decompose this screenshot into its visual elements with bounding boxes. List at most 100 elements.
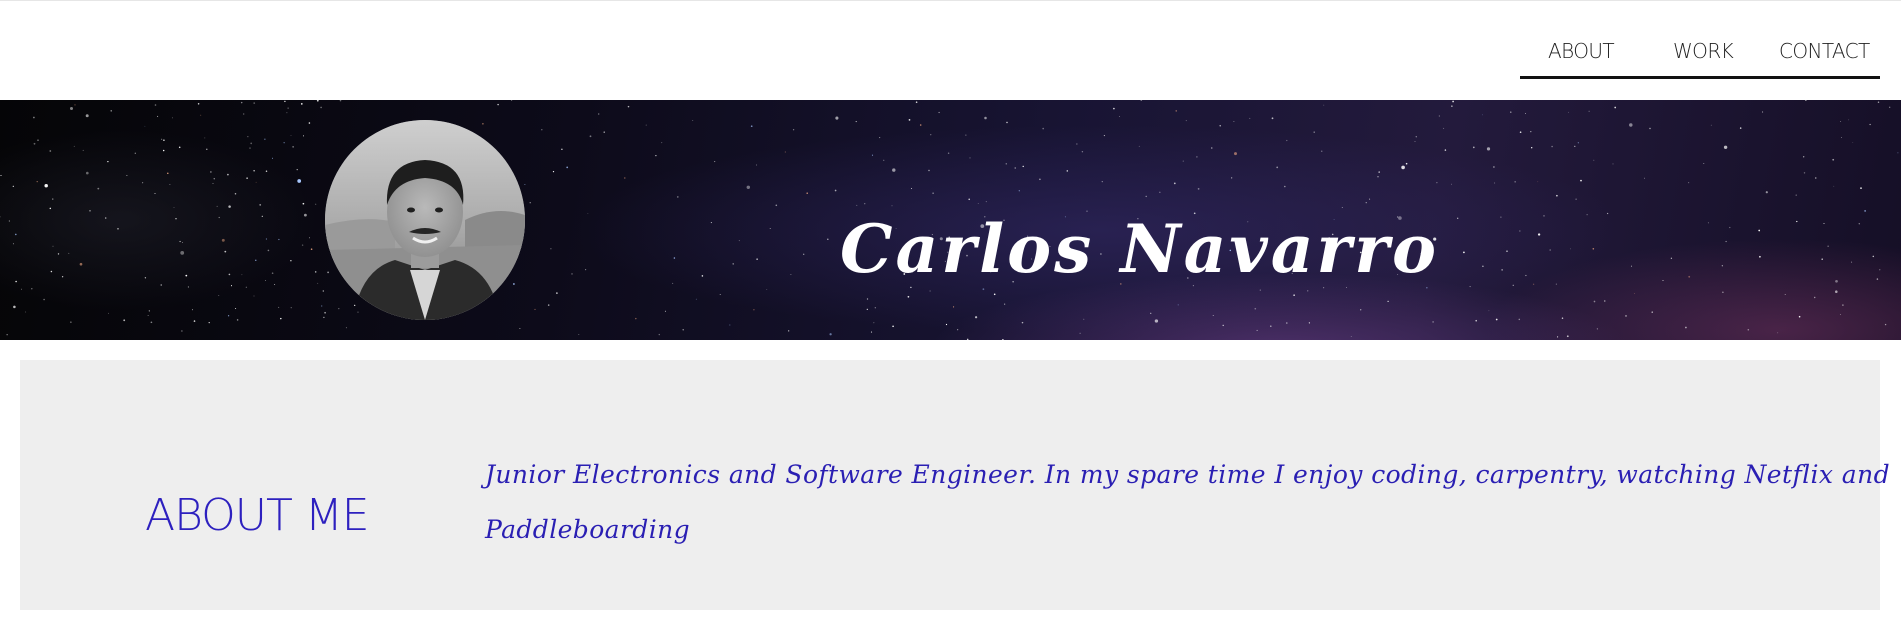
star bbox=[1833, 185, 1835, 187]
star bbox=[1876, 278, 1879, 280]
star bbox=[253, 170, 255, 172]
star bbox=[82, 149, 84, 151]
star bbox=[714, 161, 716, 163]
star bbox=[1557, 336, 1559, 338]
star bbox=[879, 137, 881, 139]
star bbox=[259, 204, 262, 206]
star bbox=[1495, 318, 1498, 321]
star bbox=[308, 237, 311, 239]
star bbox=[134, 152, 136, 154]
star bbox=[161, 138, 163, 140]
star bbox=[968, 198, 970, 201]
star bbox=[1566, 335, 1569, 338]
star bbox=[1475, 319, 1477, 322]
star bbox=[732, 263, 734, 265]
star bbox=[31, 287, 33, 290]
profile-photo-icon bbox=[325, 120, 525, 320]
star bbox=[915, 101, 918, 104]
star bbox=[993, 293, 996, 296]
hero-banner: Carlos Navarro bbox=[0, 100, 1901, 340]
star bbox=[1832, 158, 1835, 161]
star bbox=[1469, 286, 1471, 288]
star bbox=[280, 317, 282, 320]
star bbox=[676, 196, 679, 198]
star bbox=[49, 150, 52, 152]
star bbox=[265, 280, 266, 281]
star bbox=[756, 258, 758, 260]
star bbox=[1649, 127, 1651, 130]
star bbox=[803, 253, 805, 255]
star bbox=[589, 135, 592, 138]
star bbox=[829, 333, 832, 336]
star bbox=[178, 146, 181, 149]
star bbox=[1159, 191, 1161, 193]
star bbox=[519, 327, 521, 330]
star bbox=[148, 310, 150, 312]
star bbox=[12, 185, 14, 187]
star bbox=[1145, 195, 1147, 198]
star bbox=[241, 274, 243, 276]
nav-link-contact[interactable]: CONTACT bbox=[1779, 39, 1870, 63]
star bbox=[1014, 167, 1016, 169]
star bbox=[1803, 156, 1805, 158]
star bbox=[1537, 181, 1539, 183]
star bbox=[301, 244, 304, 246]
star bbox=[497, 103, 499, 106]
star bbox=[1688, 275, 1691, 278]
star bbox=[1604, 300, 1606, 302]
star bbox=[695, 298, 697, 300]
star bbox=[965, 134, 967, 136]
star bbox=[1864, 210, 1866, 212]
star bbox=[790, 274, 792, 275]
main-nav: ABOUT WORK CONTACT bbox=[1520, 31, 1880, 79]
star bbox=[1803, 172, 1806, 174]
star bbox=[892, 168, 896, 172]
star bbox=[218, 216, 220, 219]
star bbox=[1848, 119, 1850, 121]
star bbox=[585, 269, 587, 271]
star bbox=[977, 203, 979, 204]
star bbox=[1197, 188, 1200, 190]
star bbox=[14, 233, 17, 236]
star bbox=[1561, 317, 1564, 319]
star bbox=[1685, 326, 1687, 329]
star bbox=[1593, 300, 1596, 303]
star bbox=[243, 113, 245, 115]
star bbox=[1796, 220, 1798, 223]
star bbox=[947, 152, 950, 155]
star bbox=[1415, 136, 1417, 138]
star bbox=[756, 164, 758, 166]
star bbox=[627, 105, 630, 108]
star bbox=[57, 253, 60, 255]
nav-link-about[interactable]: ABOUT bbox=[1548, 39, 1615, 63]
star bbox=[1839, 313, 1841, 315]
star bbox=[1596, 328, 1599, 330]
star bbox=[250, 142, 253, 145]
star bbox=[1018, 190, 1020, 192]
star bbox=[578, 333, 580, 335]
star bbox=[1858, 223, 1860, 225]
star bbox=[197, 103, 200, 105]
star bbox=[866, 308, 868, 311]
star bbox=[1042, 127, 1044, 130]
star bbox=[246, 177, 248, 179]
star bbox=[175, 218, 177, 220]
star bbox=[1457, 217, 1459, 219]
star bbox=[316, 100, 319, 102]
star bbox=[272, 157, 273, 159]
star bbox=[1739, 127, 1742, 129]
star bbox=[21, 288, 23, 290]
star bbox=[966, 338, 969, 340]
star bbox=[253, 102, 256, 104]
star bbox=[85, 114, 89, 118]
star bbox=[213, 178, 215, 180]
star bbox=[1879, 269, 1881, 271]
star bbox=[97, 187, 100, 190]
star bbox=[1177, 304, 1179, 306]
star bbox=[321, 305, 323, 307]
star bbox=[212, 183, 214, 184]
star bbox=[320, 106, 322, 109]
star bbox=[61, 276, 64, 278]
nav-link-work[interactable]: WORK bbox=[1673, 39, 1734, 63]
star bbox=[661, 142, 663, 144]
